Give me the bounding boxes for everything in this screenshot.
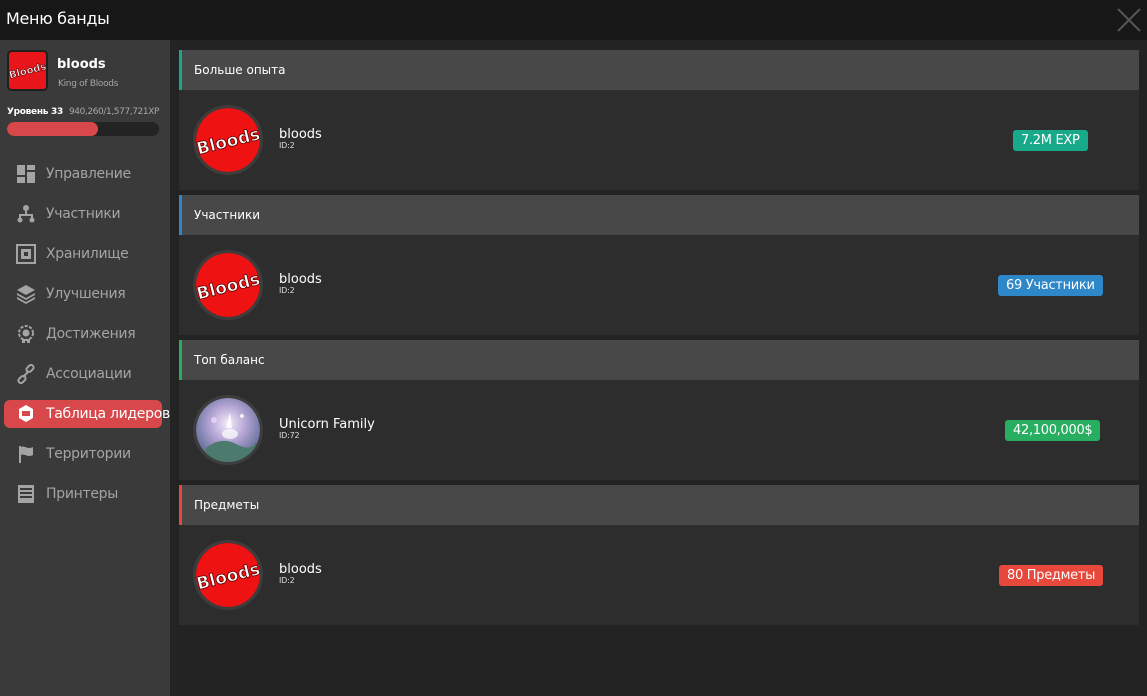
leaderboard-section: Участники Bloods bloods ID:2 69 Участники <box>179 195 1139 335</box>
entry-id: ID:2 <box>279 286 295 295</box>
xp-progress-fill <box>7 122 98 136</box>
stat-badge: 69 Участники <box>998 275 1103 296</box>
xp-label: 940,260/1,577,721XP <box>68 107 159 117</box>
gang-subtitle: King of Bloods <box>58 79 119 89</box>
hierarchy-icon <box>16 204 36 224</box>
stat-badge: 42,100,000$ <box>1005 420 1101 441</box>
sidebar-item-leaderboard[interactable]: Таблица лидеров <box>4 400 170 428</box>
entry-name: bloods <box>279 272 322 287</box>
level-label: Уровень 33 <box>7 107 63 117</box>
sidebar-item-storage[interactable]: Хранилище <box>4 240 162 268</box>
gang-avatar: Bloods <box>193 540 263 610</box>
sidebar-item-label: Управление <box>46 166 131 182</box>
sidebar-item-medal[interactable]: Достижения <box>4 320 162 348</box>
leaderboard-section: Предметы Bloods bloods ID:2 80 Предметы <box>179 485 1139 625</box>
section-header: Участники <box>179 195 1139 235</box>
gang-logo: Bloods <box>7 50 48 91</box>
sidebar-item-dashboard[interactable]: Управление <box>4 160 162 188</box>
sidebar-item-label: Ассоциации <box>46 366 132 382</box>
bloods-logo: Bloods <box>196 108 260 172</box>
section-header: Предметы <box>179 485 1139 525</box>
section-title: Участники <box>194 208 261 222</box>
medal-icon <box>16 324 36 344</box>
gang-name: bloods <box>57 57 106 72</box>
entry-name: Unicorn Family <box>279 417 375 432</box>
unicorn-image <box>196 398 260 462</box>
title-bar: Меню банды <box>0 0 1147 40</box>
leaderboard-entry[interactable]: Bloods bloods ID:2 7.2M EXP <box>179 90 1139 190</box>
section-header: Топ баланс <box>179 340 1139 380</box>
entry-id: ID:2 <box>279 141 295 150</box>
section-title: Топ баланс <box>194 353 265 367</box>
sidebar: Bloods bloods King of Bloods Уровень 33 … <box>0 40 170 696</box>
leaderboard-entry[interactable]: Bloods bloods ID:2 80 Предметы <box>179 525 1139 625</box>
bloods-logo: Bloods <box>196 253 260 317</box>
sidebar-item-label: Территории <box>46 446 131 462</box>
bloods-logo: Bloods <box>196 543 260 607</box>
sidebar-nav: Управление Участники Хранилище Улучшения Дос… <box>4 160 170 520</box>
section-header: Больше опыта <box>179 50 1139 90</box>
xp-progress-bar <box>7 122 159 136</box>
gang-card: Bloods bloods King of Bloods <box>7 50 167 91</box>
leaderboard-section: Топ баланс Unicorn Family ID:72 42,100,000$ <box>179 340 1139 480</box>
sidebar-item-hierarchy[interactable]: Участники <box>4 200 162 228</box>
leaderboard-section: Больше опыта Bloods bloods ID:2 7.2M EXP <box>179 50 1139 190</box>
sidebar-item-label: Достижения <box>46 326 136 342</box>
stat-badge: 7.2M EXP <box>1013 130 1088 151</box>
link-icon <box>16 364 36 384</box>
sidebar-item-label: Принтеры <box>46 486 118 502</box>
leaderboard-entry[interactable]: Unicorn Family ID:72 42,100,000$ <box>179 380 1139 480</box>
printer-icon <box>16 484 36 504</box>
sidebar-item-label: Хранилище <box>46 246 129 262</box>
storage-icon <box>16 244 36 264</box>
sidebar-item-flag[interactable]: Территории <box>4 440 162 468</box>
section-title: Предметы <box>194 498 260 512</box>
sidebar-item-printer[interactable]: Принтеры <box>4 480 162 508</box>
gang-avatar: Bloods <box>193 105 263 175</box>
layers-icon <box>16 284 36 304</box>
sidebar-item-label: Участники <box>46 206 121 222</box>
close-icon[interactable] <box>1115 6 1143 34</box>
stat-badge: 80 Предметы <box>999 565 1104 586</box>
sidebar-item-label: Улучшения <box>46 286 126 302</box>
sidebar-item-link[interactable]: Ассоциации <box>4 360 162 388</box>
flag-icon <box>16 444 36 464</box>
entry-id: ID:72 <box>279 431 300 440</box>
gang-avatar <box>193 395 263 465</box>
window-title: Меню банды <box>6 9 110 28</box>
bloods-logo: Bloods <box>9 52 46 89</box>
leaderboard: Больше опыта Bloods bloods ID:2 7.2M EXP Учас… <box>179 50 1139 630</box>
sidebar-item-label: Таблица лидеров <box>46 406 170 422</box>
dashboard-icon <box>16 164 36 184</box>
entry-name: bloods <box>279 562 322 577</box>
leaderboard-entry[interactable]: Bloods bloods ID:2 69 Участники <box>179 235 1139 335</box>
gang-avatar: Bloods <box>193 250 263 320</box>
leaderboard-icon <box>16 404 36 424</box>
sidebar-item-layers[interactable]: Улучшения <box>4 280 162 308</box>
section-title: Больше опыта <box>194 63 286 77</box>
entry-name: bloods <box>279 127 322 142</box>
entry-id: ID:2 <box>279 576 295 585</box>
